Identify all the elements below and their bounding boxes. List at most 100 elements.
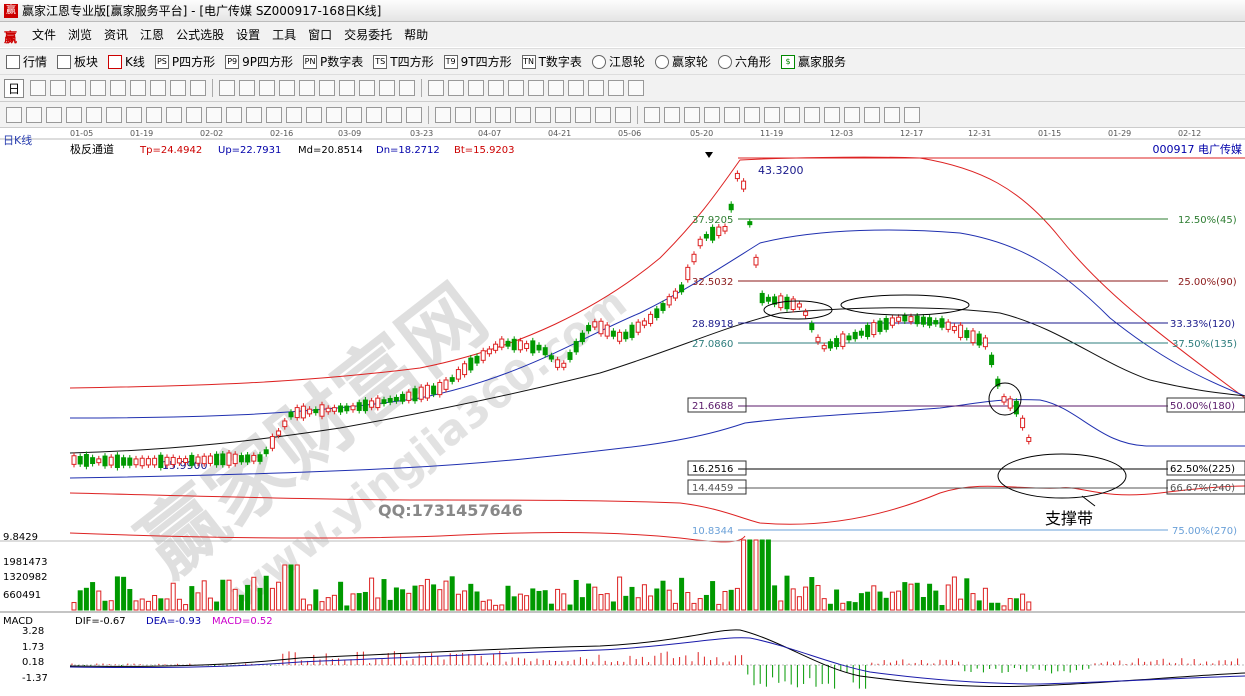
tool-icon-4[interactable] bbox=[90, 80, 107, 96]
toolbar-gann-wheel-button[interactable]: 江恩轮 bbox=[591, 53, 645, 70]
tool-icon-f[interactable] bbox=[535, 106, 551, 123]
hand-icon[interactable] bbox=[428, 80, 445, 96]
tool-icon-b[interactable] bbox=[455, 106, 471, 123]
tool-icon-9[interactable] bbox=[190, 80, 207, 96]
tool-icon-p[interactable] bbox=[764, 106, 780, 123]
tool-icon-g[interactable] bbox=[555, 106, 571, 123]
tool-icon-n[interactable] bbox=[724, 106, 740, 123]
gann-tool-icon-16[interactable] bbox=[306, 106, 322, 123]
toolbar-board-button[interactable]: 板块 bbox=[57, 53, 98, 70]
up-icon[interactable] bbox=[339, 80, 356, 96]
gann-tool-icon-21[interactable] bbox=[406, 106, 422, 123]
draw-line-icon[interactable] bbox=[468, 80, 485, 96]
period-select[interactable]: 日 bbox=[4, 78, 25, 98]
percent-icon[interactable] bbox=[684, 106, 700, 123]
tool-icon-6[interactable] bbox=[130, 80, 147, 96]
tool-icon-d[interactable] bbox=[495, 106, 511, 123]
tool-icon-j[interactable] bbox=[615, 106, 631, 123]
menu-settings[interactable]: 设置 bbox=[236, 26, 260, 43]
toolbar-t-number-button[interactable]: TN T数字表 bbox=[521, 53, 582, 70]
tool-icon-u[interactable] bbox=[864, 106, 880, 123]
kline-chart[interactable]: 01-05 01-19 02-02 02-16 03-09 03-23 04-0… bbox=[0, 128, 1245, 693]
tool-icon-l[interactable] bbox=[664, 106, 680, 123]
menu-formula[interactable]: 公式选股 bbox=[176, 26, 224, 43]
tool-icon-r[interactable] bbox=[804, 106, 820, 123]
tool-icon-5[interactable] bbox=[110, 80, 127, 96]
gann-tool-icon-9[interactable] bbox=[166, 106, 182, 123]
gann-tool-icon-5[interactable] bbox=[86, 106, 102, 123]
print-icon[interactable] bbox=[608, 80, 625, 96]
toolbar-9p-square-button[interactable]: P9 9P四方形 bbox=[225, 53, 293, 70]
tool-icon-m[interactable] bbox=[704, 106, 720, 123]
tool-icon-2[interactable] bbox=[50, 80, 67, 96]
tool-icon-s[interactable] bbox=[824, 106, 840, 123]
gann-tool-icon-4[interactable] bbox=[66, 106, 82, 123]
gann-tool-icon-1[interactable] bbox=[6, 106, 22, 123]
tool-icon-i[interactable] bbox=[595, 106, 611, 123]
gann-tool-icon-15[interactable] bbox=[286, 106, 302, 123]
menu-browse[interactable]: 浏览 bbox=[68, 26, 92, 43]
left-icon[interactable] bbox=[259, 80, 276, 96]
left-arrow-icon[interactable] bbox=[379, 80, 396, 96]
draw-wave-icon[interactable] bbox=[488, 80, 505, 96]
save-icon[interactable] bbox=[588, 80, 605, 96]
menu-tools[interactable]: 工具 bbox=[272, 26, 296, 43]
toolbar-winner-wheel-button[interactable]: 赢家轮 bbox=[654, 53, 708, 70]
gann-tool-icon-13[interactable] bbox=[246, 106, 262, 123]
toolbar-t-square-button[interactable]: TS T四方形 bbox=[373, 53, 434, 70]
gann-tool-icon-20[interactable] bbox=[386, 106, 402, 123]
tool-icon-k[interactable] bbox=[644, 106, 660, 123]
tool-icon-t[interactable] bbox=[844, 106, 860, 123]
tool-icon-e[interactable] bbox=[515, 106, 531, 123]
toolbar-hexagon-button[interactable]: 六角形 bbox=[717, 53, 771, 70]
tool-icon-w[interactable] bbox=[904, 106, 920, 123]
chart-area[interactable]: 01-05 01-19 02-02 02-16 03-09 03-23 04-0… bbox=[0, 128, 1245, 693]
gann-tool-icon-18[interactable] bbox=[346, 106, 362, 123]
toolbar-9t-square-button[interactable]: T9 9T四方形 bbox=[443, 53, 512, 70]
gann-tool-icon-8[interactable] bbox=[146, 106, 162, 123]
gann-tool-icon-7[interactable] bbox=[126, 106, 142, 123]
tool-icon-c[interactable] bbox=[475, 106, 491, 123]
search-icon[interactable] bbox=[628, 80, 645, 96]
menu-gann[interactable]: 江恩 bbox=[140, 26, 164, 43]
draw-text-icon[interactable] bbox=[528, 80, 545, 96]
zoom-in-icon[interactable] bbox=[299, 80, 316, 96]
menu-help[interactable]: 帮助 bbox=[404, 26, 428, 43]
menu-info[interactable]: 资讯 bbox=[104, 26, 128, 43]
toolbar-service-button[interactable]: $ 赢家服务 bbox=[780, 53, 846, 70]
toolbar-quotes-button[interactable]: 行情 bbox=[6, 53, 47, 70]
tool-icon-q[interactable] bbox=[784, 106, 800, 123]
menu-file[interactable]: 文件 bbox=[32, 26, 56, 43]
tool-icon-1[interactable] bbox=[30, 80, 47, 96]
gann-tool-icon-19[interactable] bbox=[366, 106, 382, 123]
toolbar-p-square-button[interactable]: PS P四方形 bbox=[154, 53, 215, 70]
tool-icon-v[interactable] bbox=[884, 106, 900, 123]
gann-tool-icon-11[interactable] bbox=[206, 106, 222, 123]
calc-icon[interactable] bbox=[568, 80, 585, 96]
gann-tool-icon-14[interactable] bbox=[266, 106, 282, 123]
gann-tool-icon-2[interactable] bbox=[26, 106, 42, 123]
gann-tool-icon-10[interactable] bbox=[186, 106, 202, 123]
crosshair-icon[interactable] bbox=[448, 80, 465, 96]
gann-tool-icon-3[interactable] bbox=[46, 106, 62, 123]
tool-icon-h[interactable] bbox=[575, 106, 591, 123]
draw-box-icon[interactable] bbox=[508, 80, 525, 96]
right-arrow-icon[interactable] bbox=[399, 80, 416, 96]
menu-logo-icon[interactable]: 赢 bbox=[4, 27, 20, 46]
down-icon[interactable] bbox=[359, 80, 376, 96]
menu-window[interactable]: 窗口 bbox=[308, 26, 332, 43]
tool-icon-a[interactable] bbox=[435, 106, 451, 123]
zoom-out-icon[interactable] bbox=[319, 80, 336, 96]
tool-icon-8[interactable] bbox=[170, 80, 187, 96]
gann-tool-icon-17[interactable] bbox=[326, 106, 342, 123]
gann-tool-icon-6[interactable] bbox=[106, 106, 122, 123]
tool-icon-7[interactable] bbox=[150, 80, 167, 96]
tool-icon-o[interactable] bbox=[744, 106, 760, 123]
right-icon[interactable] bbox=[279, 80, 296, 96]
tool-icon-3[interactable] bbox=[70, 80, 87, 96]
menu-trade[interactable]: 交易委托 bbox=[344, 26, 392, 43]
first-icon[interactable] bbox=[219, 80, 236, 96]
toolbar-kline-button[interactable]: K线 bbox=[108, 53, 145, 70]
gann-tool-icon-12[interactable] bbox=[226, 106, 242, 123]
last-icon[interactable] bbox=[239, 80, 256, 96]
